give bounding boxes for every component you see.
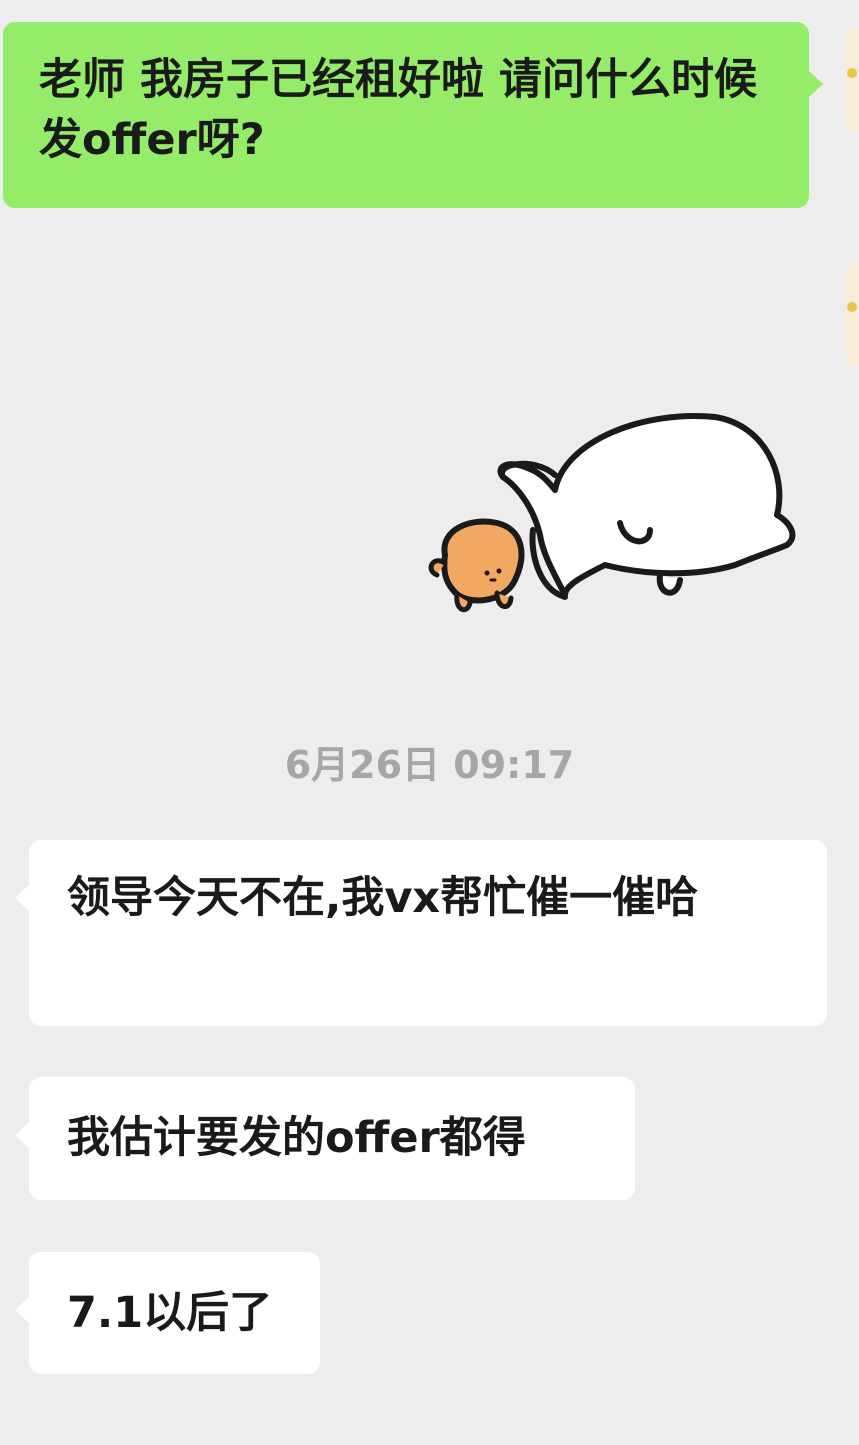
message-text: 领导今天不在,我vx帮忙催一催哈 [67,873,699,923]
incoming-message-bubble[interactable]: 我估计要发的offer都得 [15,1077,635,1200]
incoming-message-bubble[interactable]: 领导今天不在,我vx帮忙催一催哈 [15,840,827,1026]
sleepy-bunny-sticker[interactable] [415,405,805,625]
bread-eye [484,570,490,576]
star-icon [847,68,857,78]
bunny-body [497,413,796,598]
incoming-message-bubble[interactable]: 7.1以后了 [15,1252,320,1374]
outgoing-message-bubble[interactable]: 老师 我房子已经租好啦 请问什么时候发offer呀? [3,22,823,208]
message-text: 7.1以后了 [67,1288,273,1338]
star-icon [847,302,857,312]
self-avatar[interactable] [845,262,859,366]
bread-body [441,518,525,604]
bunny-back-paw [656,572,683,596]
self-avatar[interactable] [845,28,859,132]
message-timestamp: 6月26日 09:17 [284,743,575,787]
bread-eye [496,568,502,574]
message-text: 我估计要发的offer都得 [67,1113,526,1163]
message-text: 老师 我房子已经租好啦 请问什么时候发offer呀? [39,55,757,165]
